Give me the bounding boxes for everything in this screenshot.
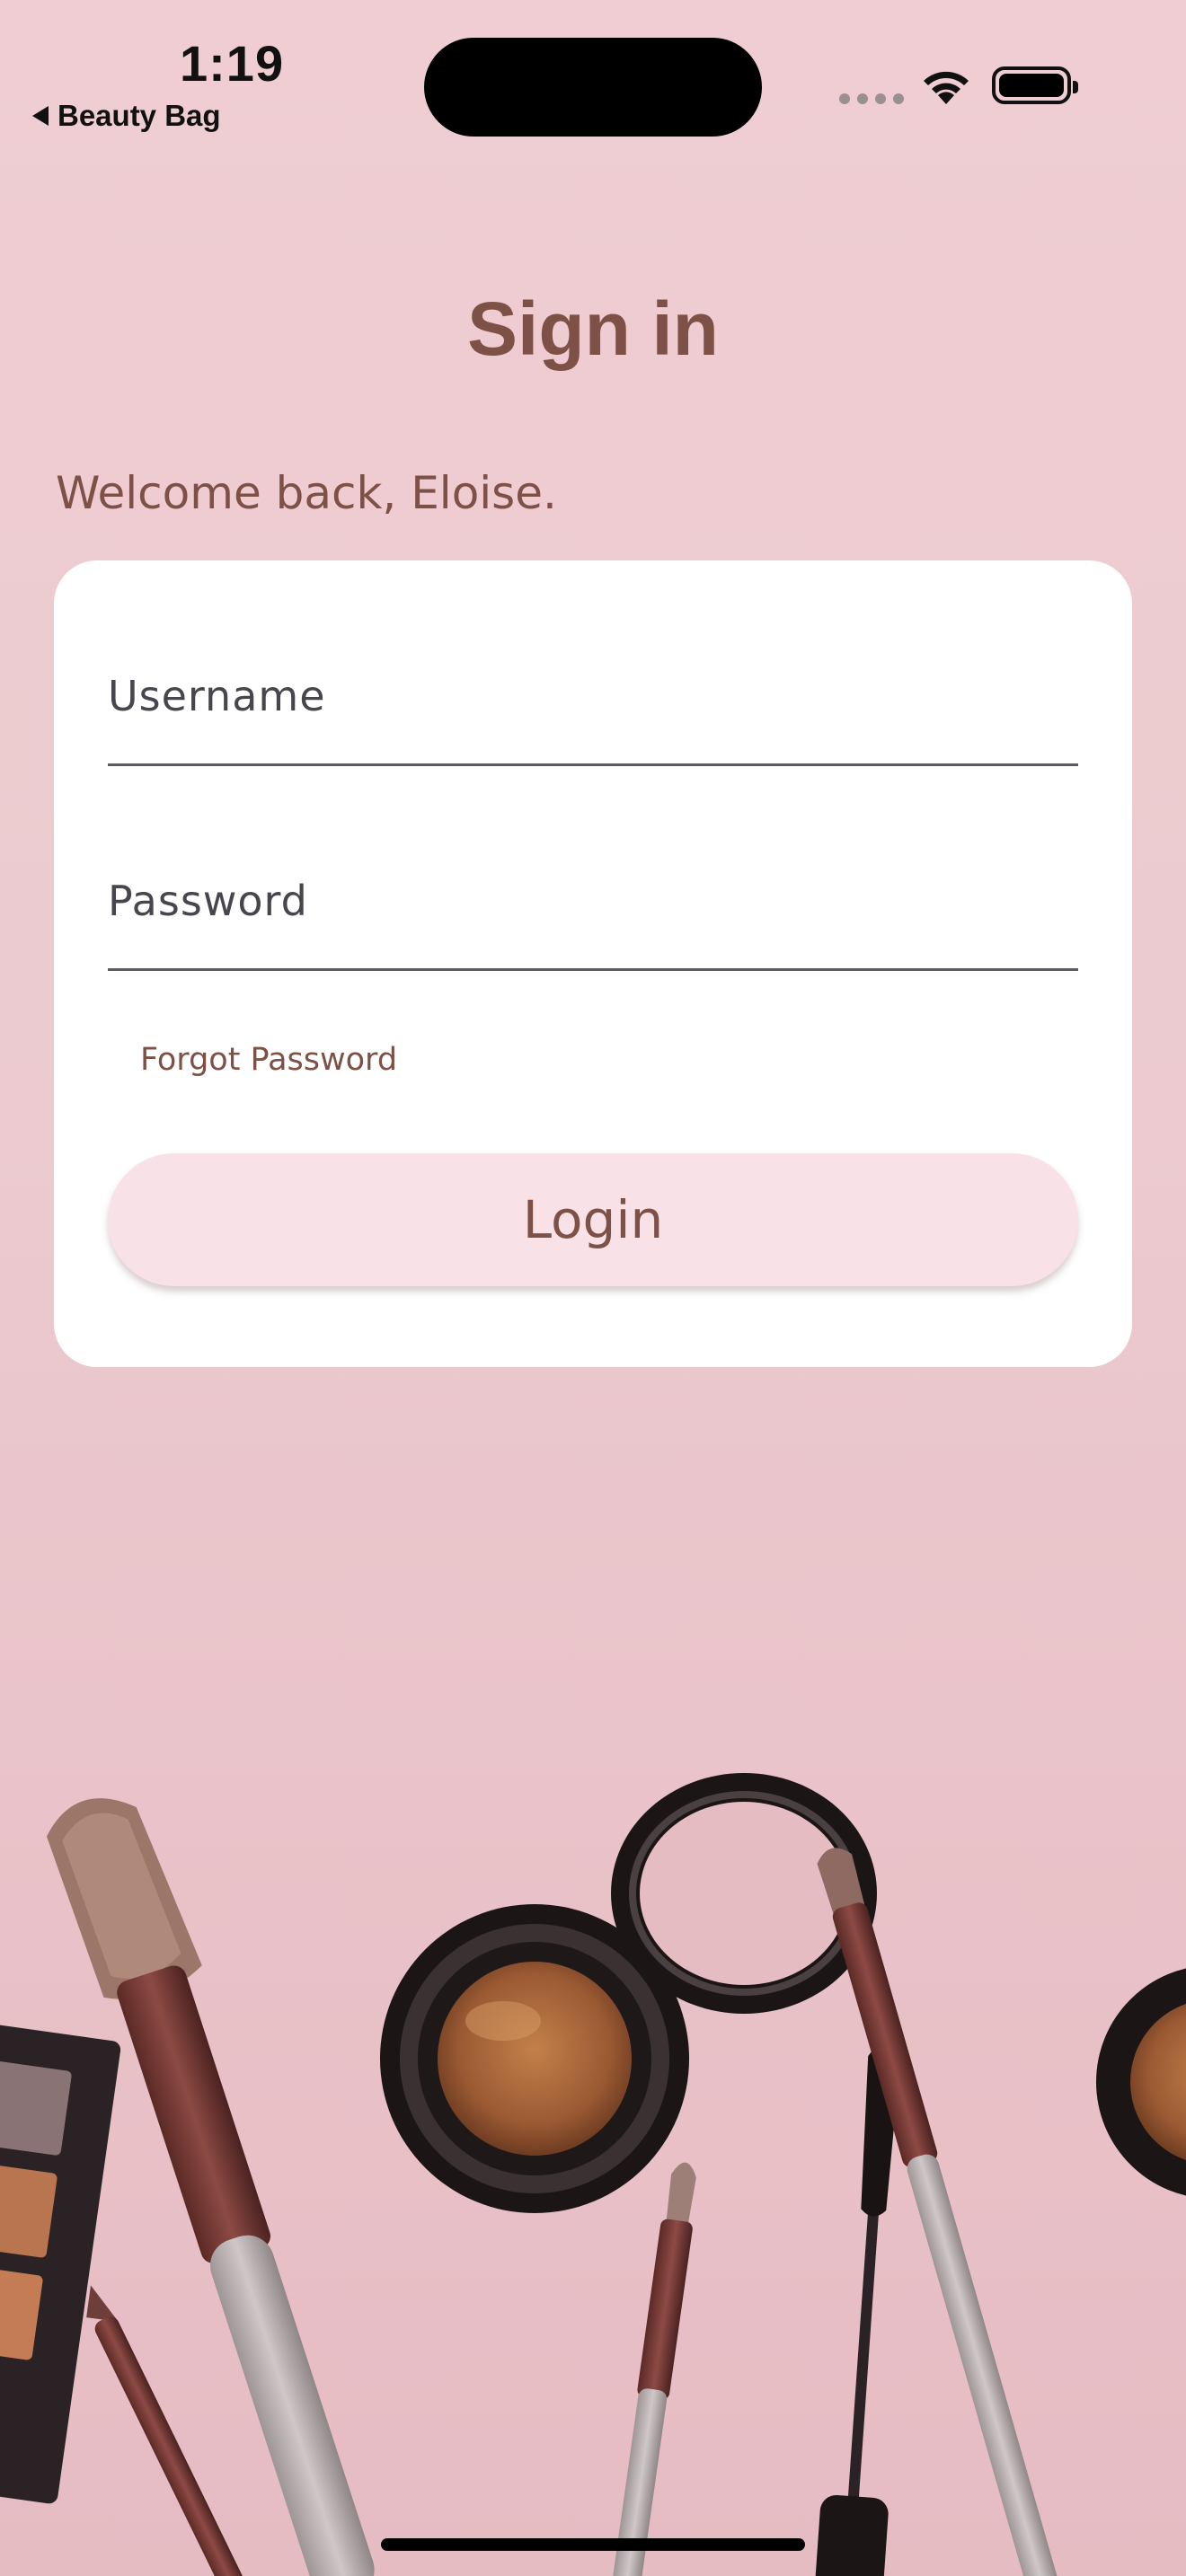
back-link-label: Beauty Bag (58, 99, 221, 132)
password-field (108, 851, 1078, 971)
welcome-message: Welcome back, Eloise. (56, 467, 557, 519)
home-indicator[interactable] (381, 2538, 805, 2551)
makeup-background-image (0, 1773, 1186, 2576)
eyeshadow-palette (0, 2023, 121, 2504)
dynamic-island (424, 38, 762, 137)
back-to-beauty-bag-link[interactable]: Beauty Bag (32, 99, 221, 133)
battery-icon (992, 66, 1078, 104)
username-field (108, 647, 1078, 766)
page-title: Sign in (467, 287, 719, 371)
eyeshadow-compact-edge (1096, 1968, 1186, 2196)
password-input[interactable] (108, 877, 1078, 925)
cellular-signal-icon (839, 93, 904, 104)
wifi-icon (924, 71, 969, 104)
status-time: 1:19 (180, 35, 285, 92)
login-button[interactable]: Login (108, 1153, 1078, 1286)
back-triangle-icon (32, 106, 49, 126)
lip-brush (607, 2162, 696, 2576)
forgot-password-link[interactable]: Forgot Password (140, 1042, 397, 1078)
username-input[interactable] (108, 672, 1078, 720)
